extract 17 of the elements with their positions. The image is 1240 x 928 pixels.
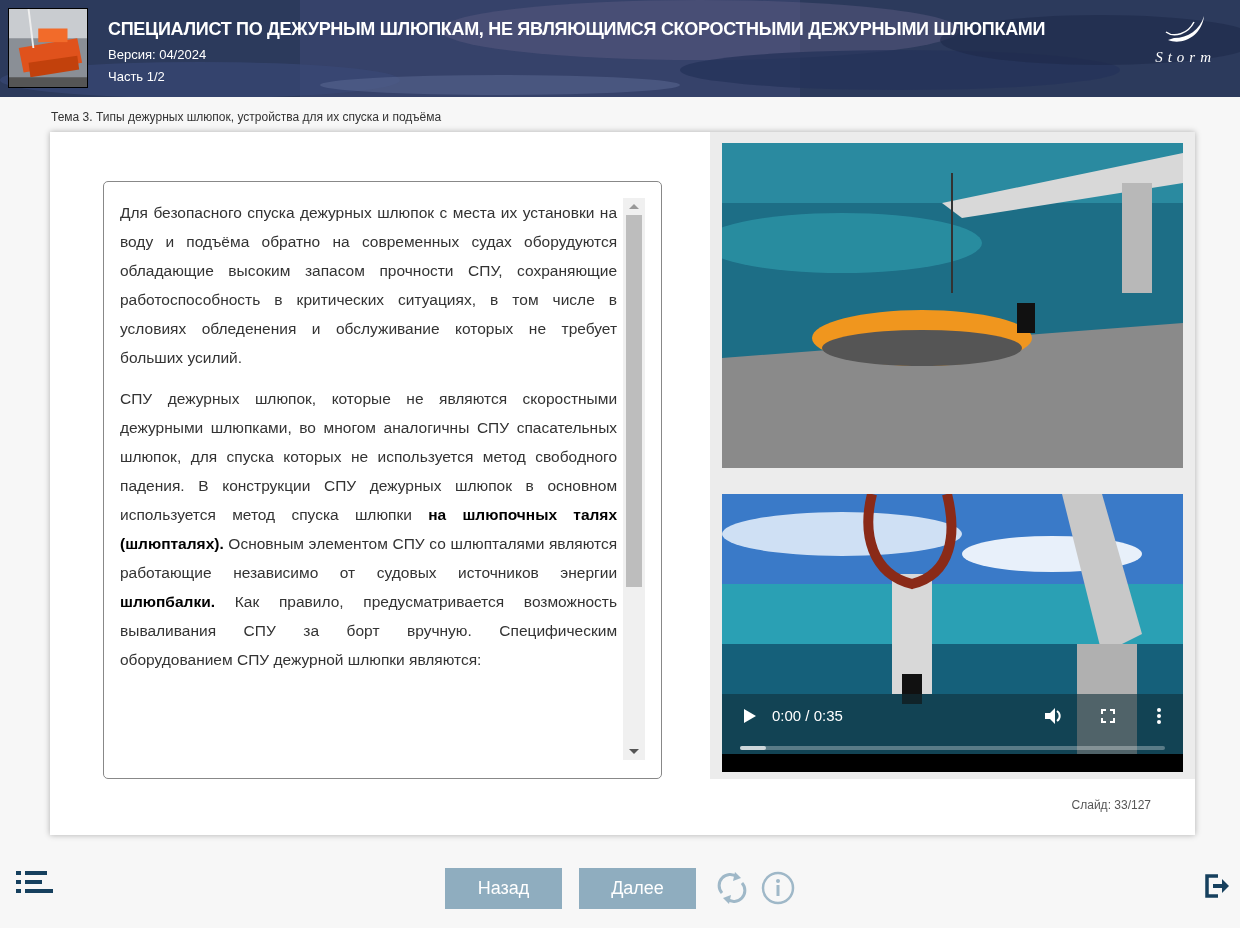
nav-button[interactable]: Назад	[445, 867, 562, 909]
scrollbar[interactable]	[623, 198, 645, 760]
nav-button[interactable]: Далее	[579, 867, 696, 909]
more-icon[interactable]	[1157, 708, 1161, 724]
scroll-down-icon[interactable]	[629, 749, 639, 754]
paragraph: Для безопасного спуска дежурных шлюпок с места их установки на воду и подъёма обратно на современных судах оборудуются обладающие высоким запасом прочности СПУ, сохраняющие работоспособность в критических ситуациях, в том числе в условиях обледенения и обслуживание которых не требует больших усилий.	[120, 203, 618, 368]
breadcrumb: Тема 3. Типы дежурных шлюпок, устройства для их спуска и подъёма	[51, 109, 443, 125]
video-player[interactable]: 0:00 / 0:35	[722, 494, 1183, 772]
paragraph: СПУ дежурных шлюпок, которые не являются скоростными дежурными шлюпками, во многом аналогичны СПУ спасательных шлюпок, для спуска которых не используется метод свободного падения. В конструкции СПУ дежурных шлюпок в основном используется метод спуска шлюпки на шлюпочных талях (шлюпталях). Основным элементом СПУ со шлюпталями являются работающие независимо от судовых источников энергии шлюпбалки. Как правило, предусматривается возможность вываливания СПУ за борт вручную. Специфическим оборудованием СПУ дежурной шлюпки являются:	[120, 389, 618, 670]
volume-icon[interactable]	[1045, 707, 1063, 725]
scrollbar-thumb[interactable]	[626, 215, 642, 587]
slide-counter: Слайд: 33/127	[1071, 797, 1151, 814]
fullscreen-icon[interactable]	[1101, 709, 1115, 723]
exit-icon[interactable]	[1204, 873, 1230, 899]
progress-track[interactable]	[740, 746, 1165, 750]
play-icon[interactable]	[744, 709, 756, 723]
time-label: 0:00 / 0:35	[772, 705, 843, 726]
